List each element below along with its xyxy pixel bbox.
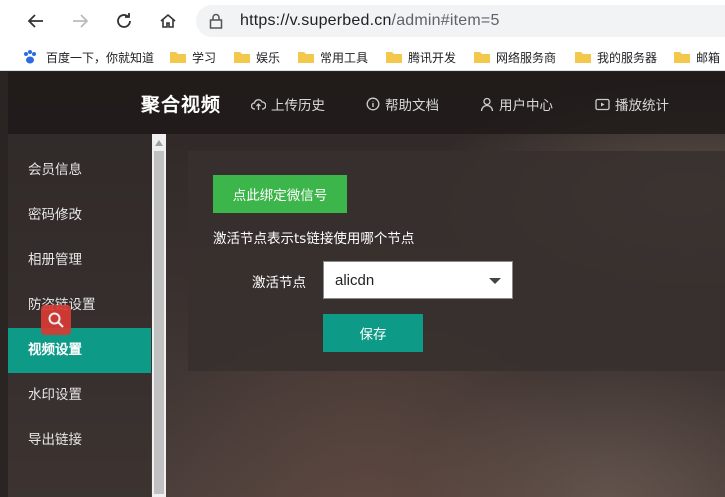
arrow-left-icon (27, 14, 43, 28)
home-button[interactable] (155, 8, 181, 34)
back-button[interactable] (23, 8, 49, 34)
sidebar-item-watermark[interactable]: 水印设置 (8, 373, 151, 418)
sidebar-item-hotlink[interactable]: 防盗链设置 (8, 283, 151, 328)
sidebar-scrollbar[interactable] (152, 134, 166, 497)
folder-icon (298, 52, 314, 63)
folder-icon (474, 52, 490, 63)
node-field-label: 激活节点 (252, 275, 306, 291)
arrow-right-icon (73, 14, 89, 28)
nav-help-docs[interactable]: 帮助文档 (366, 95, 439, 114)
video-icon (595, 98, 610, 110)
floating-search-button[interactable] (41, 305, 71, 335)
bookmark-label: 网络服务商 (496, 50, 557, 65)
reload-button[interactable] (111, 8, 137, 34)
folder-icon (234, 52, 250, 63)
bookmark-label: 邮箱 (696, 50, 721, 65)
home-icon (160, 13, 176, 28)
node-select-value: alicdn (335, 272, 375, 289)
top-navigation: 聚合视频 上传历史 帮助文档 用户中心 播放统计 (8, 72, 725, 134)
folder-icon (170, 52, 186, 63)
nav-play-stats[interactable]: 播放统计 (595, 95, 669, 114)
folder-icon (674, 52, 690, 63)
sidebar-item-export-links[interactable]: 导出链接 (8, 418, 151, 463)
bookmark-label: 百度一下，你就知道 (46, 50, 155, 65)
save-button[interactable]: 保存 (323, 314, 423, 352)
node-hint-text: 激活节点表示ts链接使用哪个节点 (213, 231, 415, 247)
sidebar-item-video-settings[interactable]: 视频设置 (8, 328, 151, 373)
bookmark-label: 娱乐 (256, 50, 281, 65)
nav-label: 用户中心 (499, 98, 553, 114)
bookmark-folder-servers[interactable]: 我的服务器 (575, 47, 657, 67)
folder-icon (386, 52, 402, 63)
scroll-up-arrow-icon[interactable] (155, 140, 163, 146)
bookmarks-bar: 百度一下，你就知道 学习 娱乐 常用工具 腾讯开发 网络服务商 我的服务器 邮箱 (0, 42, 725, 71)
bookmark-folder-study[interactable]: 学习 (170, 47, 216, 67)
nav-user-center[interactable]: 用户中心 (480, 95, 553, 114)
bookmark-label: 我的服务器 (597, 50, 658, 65)
user-icon (480, 97, 494, 111)
nav-label: 播放统计 (615, 98, 669, 114)
reload-icon (117, 13, 131, 28)
sidebar: 会员信息 密码修改 相册管理 防盗链设置 视频设置 水印设置 导出链接 (8, 134, 151, 497)
bookmark-folder-entertainment[interactable]: 娱乐 (234, 47, 280, 67)
page-content: 聚合视频 上传历史 帮助文档 用户中心 播放统计 会员信息 密码修改 相册管理 … (8, 72, 725, 497)
bind-wechat-button[interactable]: 点此绑定微信号 (213, 175, 347, 213)
bookmark-label: 常用工具 (320, 50, 369, 65)
bookmark-folder-tencent-dev[interactable]: 腾讯开发 (386, 47, 456, 67)
url-host: https://v.superbed.cn (240, 12, 392, 29)
paw-icon (24, 50, 36, 64)
lock-icon (208, 12, 224, 34)
bookmark-folder-tools[interactable]: 常用工具 (298, 47, 368, 67)
info-circle-icon (366, 97, 380, 111)
nav-upload-history[interactable]: 上传历史 (251, 95, 325, 114)
browser-toolbar: https://v.superbed.cn/admin#item=5 (0, 0, 725, 42)
scrollbar-thumb[interactable] (154, 151, 164, 494)
bookmark-baidu[interactable]: 百度一下，你就知道 (22, 47, 154, 67)
sidebar-item-member-info[interactable]: 会员信息 (8, 148, 151, 193)
bookmark-label: 学习 (192, 50, 217, 65)
url-text: https://v.superbed.cn/admin#item=5 (240, 12, 500, 30)
video-settings-panel: 点此绑定微信号 激活节点表示ts链接使用哪个节点 激活节点 alicdn 保存 (188, 151, 725, 371)
cloud-upload-icon (251, 98, 266, 110)
folder-icon (575, 52, 591, 63)
bookmark-folder-mail[interactable]: 邮箱 (674, 47, 720, 67)
bookmark-label: 腾讯开发 (408, 50, 457, 65)
forward-button[interactable] (67, 8, 93, 34)
url-path: /admin#item=5 (391, 12, 500, 29)
address-bar[interactable]: https://v.superbed.cn/admin#item=5 (196, 5, 725, 37)
nav-label: 上传历史 (271, 98, 325, 114)
bookmark-folder-isp[interactable]: 网络服务商 (474, 47, 556, 67)
chevron-down-icon (489, 278, 501, 284)
node-select[interactable]: alicdn (323, 261, 513, 299)
search-icon (48, 312, 64, 328)
nav-label: 帮助文档 (385, 98, 439, 114)
brand-title[interactable]: 聚合视频 (141, 90, 221, 117)
sidebar-item-albums[interactable]: 相册管理 (8, 238, 151, 283)
sidebar-item-password[interactable]: 密码修改 (8, 193, 151, 238)
